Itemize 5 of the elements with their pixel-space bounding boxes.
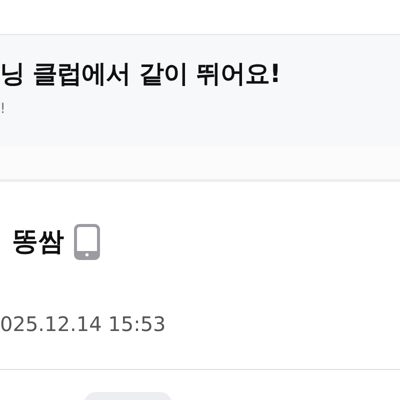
banner-title: 닝 클럽에서 같이 뛰어요! (0, 61, 281, 86)
banner-subtitle: ! (0, 102, 6, 116)
post-date: 025.12.14 15:53 (0, 311, 167, 334)
phone-icon (74, 224, 100, 260)
author-name: 똥쌈 (12, 229, 64, 255)
